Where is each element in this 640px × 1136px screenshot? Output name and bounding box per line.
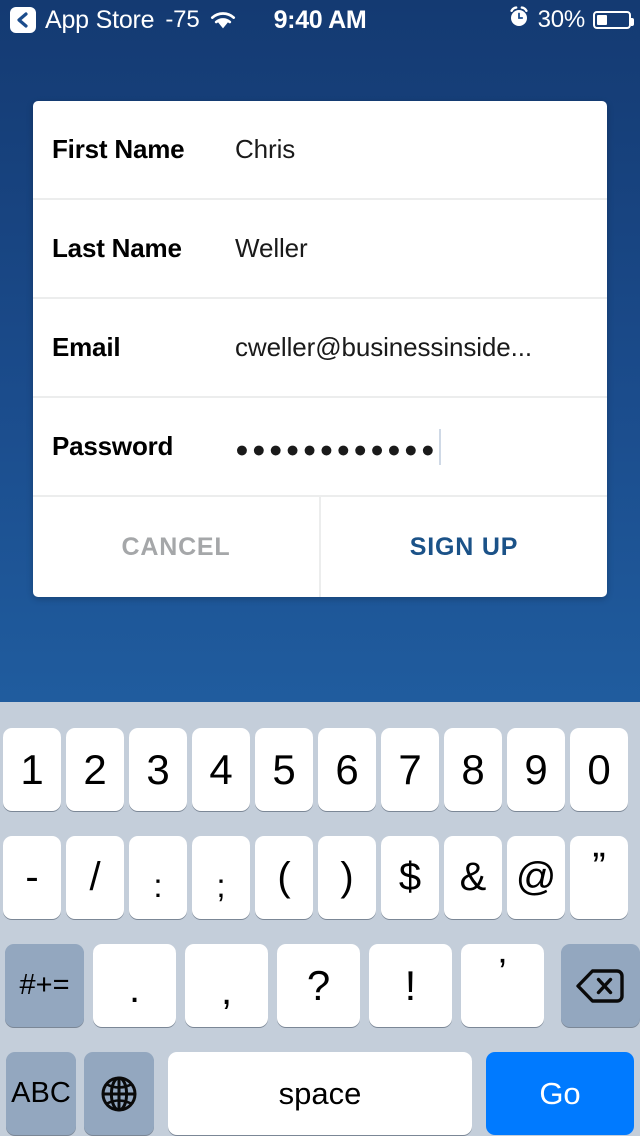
first-name-label: First Name: [52, 134, 185, 164]
backspace-icon[interactable]: [560, 944, 640, 1027]
keyboard-row-bottom: ABC space Go: [0, 1052, 640, 1135]
key-symbol-2-label: :: [153, 866, 163, 904]
key-symbol-3-label: ;: [216, 866, 226, 904]
key-number-4-label: 5: [272, 745, 296, 793]
dialog-button-row: CANCEL SIGN UP: [33, 497, 607, 597]
last-name-input[interactable]: Weller: [235, 233, 607, 264]
key-number-6[interactable]: 7: [381, 728, 439, 811]
key-number-3-label: 4: [209, 745, 233, 793]
keyboard-row-symbols: - /:; () $ & @ ”: [0, 836, 640, 919]
key-space[interactable]: space: [168, 1052, 472, 1135]
status-bar-right: 30%: [508, 0, 634, 40]
cancel-button[interactable]: CANCEL: [33, 497, 321, 597]
key-symbol-0-label: -: [25, 855, 39, 899]
key-symbol-1-label: /: [89, 855, 101, 899]
status-bar-left: App Store -75: [10, 6, 237, 35]
key-apostrophe[interactable]: ’: [460, 944, 544, 1027]
wifi-icon: [209, 10, 237, 31]
battery-percent-label: 30%: [537, 6, 586, 33]
field-row-email[interactable]: Email cweller@businessinside...: [33, 299, 607, 398]
key-question-mark[interactable]: ?: [277, 944, 360, 1027]
text-cursor: [438, 428, 441, 465]
key-number-7[interactable]: 8: [444, 728, 502, 811]
field-row-first-name[interactable]: First Name Chris: [33, 101, 607, 200]
key-symbol-7[interactable]: &: [444, 836, 502, 919]
field-row-password[interactable]: Password ●●●●●●●●●●●●: [33, 398, 607, 497]
key-symbol-2[interactable]: :: [129, 836, 187, 919]
key-symbol-9[interactable]: ”: [570, 836, 628, 919]
key-number-8-label: 9: [524, 745, 548, 793]
key-symbol-7-label: &: [459, 855, 487, 899]
key-period-label: .: [128, 967, 141, 1011]
key-comma[interactable]: ,: [185, 944, 268, 1027]
key-symbol-4[interactable]: (: [255, 836, 313, 919]
key-symbol-6-label: $: [398, 855, 422, 899]
status-bar: App Store -75 9:40 AM 30%: [0, 0, 640, 40]
battery-icon: [593, 11, 634, 29]
status-bar-signal-value: -75: [165, 6, 200, 33]
key-symbol-8[interactable]: @: [507, 836, 565, 919]
key-apostrophe-label: ’: [498, 952, 507, 994]
key-number-1-label: 2: [83, 745, 107, 793]
key-symbol-8-label: @: [515, 855, 557, 899]
key-symbol-3[interactable]: ;: [192, 836, 250, 919]
email-label: Email: [52, 332, 121, 362]
chevron-left-icon[interactable]: [10, 7, 36, 33]
key-number-4[interactable]: 5: [255, 728, 313, 811]
key-number-1[interactable]: 2: [66, 728, 124, 811]
key-number-2[interactable]: 3: [129, 728, 187, 811]
status-bar-app-name[interactable]: App Store: [45, 6, 155, 35]
password-input[interactable]: ●●●●●●●●●●●●: [235, 428, 607, 465]
last-name-label: Last Name: [52, 233, 182, 263]
key-number-7-label: 8: [461, 745, 485, 793]
key-symbol-4-label: (: [277, 855, 291, 899]
key-symbol-1[interactable]: /: [66, 836, 124, 919]
key-question-mark-label: ?: [306, 961, 331, 1009]
keyboard-row-numbers: 1234567890: [0, 728, 640, 811]
key-symbol-0[interactable]: -: [3, 836, 61, 919]
alarm-clock-icon: [508, 5, 530, 35]
email-input[interactable]: cweller@businessinside...: [235, 332, 607, 363]
sign-up-button[interactable]: SIGN UP: [321, 497, 607, 597]
key-number-5-label: 6: [335, 745, 359, 793]
key-comma-label: ,: [220, 969, 233, 1013]
key-number-0[interactable]: 1: [3, 728, 61, 811]
first-name-input[interactable]: Chris: [235, 134, 607, 165]
keyboard-row-punctuation: #+= . , ? ! ’: [0, 944, 640, 1027]
key-go[interactable]: Go: [486, 1052, 634, 1135]
key-number-9-label: 0: [587, 745, 611, 793]
key-exclamation-mark-label: !: [404, 961, 417, 1009]
key-symbol-5-label: ): [340, 855, 354, 899]
key-number-9[interactable]: 0: [570, 728, 628, 811]
key-period[interactable]: .: [93, 944, 177, 1027]
field-row-last-name[interactable]: Last Name Weller: [33, 200, 607, 299]
key-number-5[interactable]: 6: [318, 728, 376, 811]
password-masked-value: ●●●●●●●●●●●●: [235, 435, 438, 462]
signup-dialog: First Name Chris Last Name Weller Email …: [33, 101, 607, 597]
phone-screen: App Store -75 9:40 AM 30% First Name Chr…: [0, 0, 640, 1136]
key-number-2-label: 3: [146, 745, 170, 793]
key-number-8[interactable]: 9: [507, 728, 565, 811]
on-screen-keyboard: 1234567890 - /:; () $ & @ ” #+= . , ? ! ’ ABC: [0, 702, 640, 1136]
key-number-0-label: 1: [20, 745, 44, 793]
key-symbol-6[interactable]: $: [381, 836, 439, 919]
key-abc[interactable]: ABC: [6, 1052, 76, 1135]
key-symbol-9-label: ”: [592, 845, 606, 889]
status-bar-clock: 9:40 AM: [273, 5, 367, 34]
key-number-6-label: 7: [398, 745, 422, 793]
globe-icon[interactable]: [84, 1052, 154, 1135]
key-alt-symbols[interactable]: #+=: [5, 944, 85, 1027]
key-number-3[interactable]: 4: [192, 728, 250, 811]
key-symbol-5[interactable]: ): [318, 836, 376, 919]
key-exclamation-mark[interactable]: !: [368, 944, 452, 1027]
password-label: Password: [52, 431, 174, 461]
